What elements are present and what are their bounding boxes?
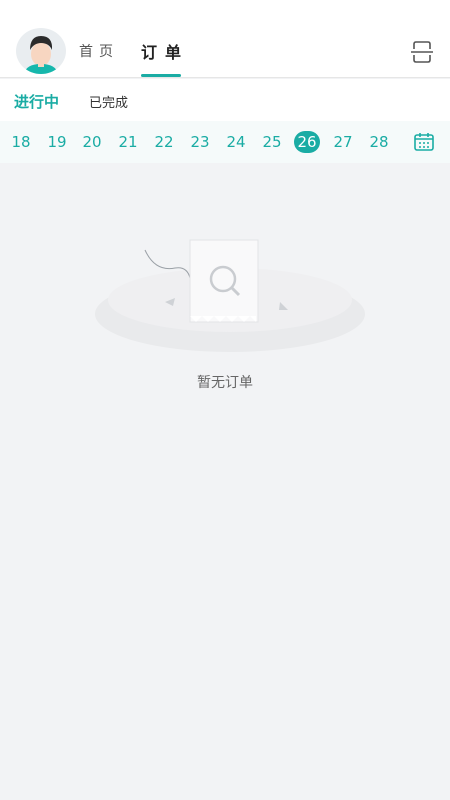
status-tabs: 进行中 已完成 (0, 79, 450, 121)
scan-icon[interactable] (408, 38, 436, 66)
calendar-icon[interactable] (413, 132, 435, 152)
top-header: 首页 订单 (0, 0, 450, 78)
empty-orders-icon (95, 232, 365, 352)
avatar[interactable] (16, 28, 66, 74)
date-item[interactable]: 23 (187, 130, 213, 154)
date-item[interactable]: 28 (366, 130, 392, 154)
date-item[interactable]: 22 (151, 130, 177, 154)
date-item[interactable]: 27 (330, 130, 356, 154)
date-item-selected[interactable]: 26 (294, 131, 320, 153)
date-item[interactable]: 20 (79, 130, 105, 154)
nav-active-indicator (141, 74, 181, 77)
tab-in-progress[interactable]: 进行中 (14, 91, 59, 112)
date-item[interactable]: 24 (223, 130, 249, 154)
empty-state-message: 暂无订单 (197, 375, 253, 391)
tab-completed[interactable]: 已完成 (89, 92, 128, 111)
avatar-image (24, 36, 58, 74)
date-strip: 18 19 20 21 22 23 24 25 26 27 28 (0, 121, 450, 163)
nav-home[interactable]: 首页 (79, 41, 119, 61)
date-item[interactable]: 18 (8, 130, 34, 154)
nav-orders[interactable]: 订单 (141, 39, 189, 63)
date-item[interactable]: 25 (259, 130, 285, 154)
date-item[interactable]: 19 (44, 130, 70, 154)
date-item[interactable]: 21 (115, 130, 141, 154)
